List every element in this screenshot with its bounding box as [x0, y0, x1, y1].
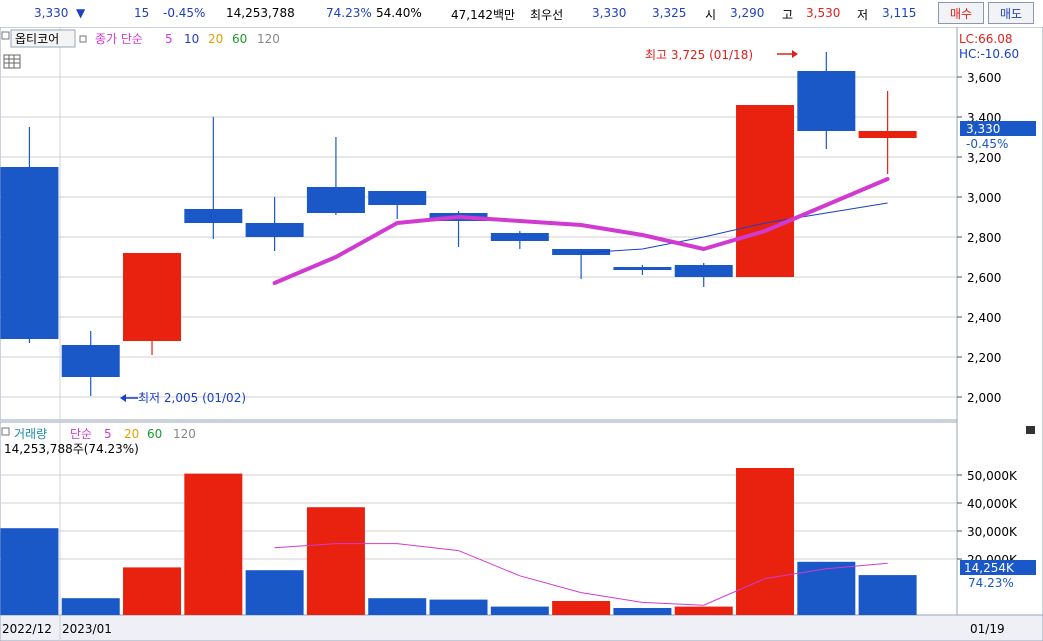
volume-panel-menu-icon[interactable] — [1026, 426, 1035, 434]
current-pct-tag: -0.45% — [966, 137, 1008, 151]
volume-ma-5: 5 — [104, 427, 112, 441]
volume-bar — [429, 599, 488, 615]
candle-body — [184, 209, 243, 223]
volume-current-tag-text: 14,254K — [964, 561, 1015, 575]
volume-current-value: 14,253,788주(74.23%) — [4, 442, 139, 456]
candle-body — [0, 167, 59, 339]
volume-bar — [736, 468, 795, 615]
price-ma-120: 120 — [257, 32, 280, 46]
volume-bar — [368, 598, 427, 615]
candle-body — [613, 267, 672, 270]
change-percent: -0.45% — [163, 6, 206, 20]
turnover-rate: 54.40% — [376, 6, 422, 20]
price-tick-label: 2,400 — [967, 311, 1001, 325]
trade-amount: 47,142백만 — [451, 8, 516, 22]
price-ma-label: 종가 단순 — [95, 32, 143, 46]
candle-body — [674, 265, 733, 277]
volume-ma-60: 60 — [147, 427, 162, 441]
open-price: 3,290 — [730, 6, 765, 20]
x-label-current-date: 01/19 — [970, 622, 1005, 636]
candle-body — [797, 71, 856, 131]
low-price: 3,115 — [882, 6, 917, 20]
volume-collapse-icon[interactable] — [1, 427, 10, 436]
volume-bar — [0, 528, 59, 615]
option-button[interactable]: 옵티코어 — [15, 32, 59, 46]
volume-ma-20: 20 — [124, 427, 139, 441]
candle-body — [368, 191, 427, 205]
price-tick-label: 3,600 — [967, 71, 1001, 85]
current-price: 3,330 — [34, 6, 69, 20]
buy-button[interactable]: 매수 — [938, 2, 984, 24]
high-label: 고 — [782, 8, 794, 22]
candle-body — [490, 233, 549, 241]
x-label-2023-01: 2023/01 — [62, 622, 112, 636]
price-tick-label: 3,000 — [967, 191, 1001, 205]
high-price: 3,530 — [806, 6, 841, 20]
change-down-icon: ▼ — [76, 6, 86, 20]
high-annotation: 최고 3,725 (01/18) — [645, 48, 753, 62]
x-axis-area — [0, 614, 1043, 641]
stock-chart[interactable]: 2,0002,2002,4002,6002,8003,0003,2003,400… — [0, 27, 1043, 641]
candle-body — [736, 105, 795, 277]
volume-label: 거래량 — [14, 427, 47, 441]
volume-bar — [490, 606, 549, 615]
volume-bar — [245, 570, 304, 615]
x-label-2022-12: 2022/12 — [2, 622, 52, 636]
candle-body — [858, 131, 917, 138]
current-price-tag-text: 3,330 — [966, 122, 1000, 136]
best-ask: 3,330 — [592, 6, 627, 20]
volume-bar — [613, 608, 672, 615]
grid-table-icon[interactable] — [3, 54, 21, 69]
change-value: 15 — [134, 6, 150, 20]
price-ma-20: 20 — [208, 32, 223, 46]
volume-ratio: 74.23% — [326, 6, 372, 20]
volume-ma-label: 단순 — [70, 427, 92, 441]
volume-bar — [674, 606, 733, 615]
lc-value: LC:66.08 — [959, 32, 1012, 46]
price-ma-5: 5 — [165, 32, 173, 46]
volume-ma-120: 120 — [173, 427, 196, 441]
volume-tick-label: 40,000K — [967, 497, 1018, 511]
candle-body — [306, 187, 365, 213]
volume-value: 14,253,788 — [226, 6, 295, 20]
sell-button[interactable]: 매도 — [988, 2, 1034, 24]
best-bid: 3,325 — [652, 6, 687, 20]
low-label: 저 — [857, 8, 869, 22]
price-ma-60: 60 — [232, 32, 247, 46]
hc-value: HC:-10.60 — [959, 47, 1019, 61]
candle-body — [245, 223, 304, 237]
volume-bar — [61, 598, 120, 615]
ticker-bar: 3,330 ▼ 15 -0.45% 14,253,788 74.23% 54.4… — [0, 0, 1043, 28]
price-tick-label: 2,600 — [967, 271, 1001, 285]
candle-body — [123, 253, 182, 341]
volume-tick-label: 30,000K — [967, 525, 1018, 539]
candle-body — [61, 345, 120, 377]
volume-bar — [306, 507, 365, 615]
volume-bar — [123, 567, 182, 615]
panel-collapse-icon[interactable] — [1, 31, 10, 40]
price-tick-label: 2,200 — [967, 351, 1001, 365]
price-tick-label: 2,000 — [967, 391, 1001, 405]
price-tick-label: 2,800 — [967, 231, 1001, 245]
low-annotation: 최저 2,005 (01/02) — [138, 391, 246, 405]
price-ma-10: 10 — [184, 32, 199, 46]
price-tick-label: 3,200 — [967, 151, 1001, 165]
open-label: 시 — [705, 8, 717, 22]
volume-bar — [858, 575, 917, 615]
volume-current-pct: 74.23% — [968, 576, 1014, 590]
ma-toggle-icon[interactable] — [79, 35, 87, 43]
volume-bar — [184, 473, 243, 615]
volume-bar — [552, 601, 611, 615]
best-quote-label: 최우선 — [530, 8, 564, 22]
volume-tick-label: 50,000K — [967, 469, 1018, 483]
volume-bar — [797, 561, 856, 615]
